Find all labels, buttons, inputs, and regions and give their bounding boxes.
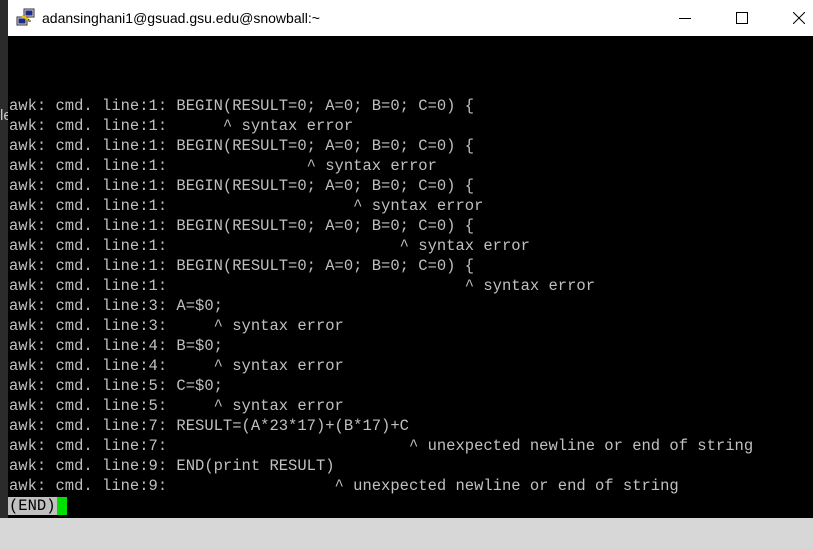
desktop-background (0, 518, 813, 549)
terminal-line: awk: cmd. line:1: BEGIN(RESULT=0; A=0; B… (9, 137, 475, 155)
maximize-icon (736, 12, 748, 24)
terminal-line: awk: cmd. line:1: BEGIN(RESULT=0; A=0; B… (9, 97, 475, 115)
terminal-output[interactable]: awk: cmd. line:1: BEGIN(RESULT=0; A=0; B… (8, 96, 813, 518)
background-window-text: le (0, 107, 8, 124)
putty-window: adansinghani1@gsuad.gsu.edu@snowball:~ a… (8, 0, 813, 518)
pager-status: (END) (8, 497, 57, 515)
terminal-line: awk: cmd. line:1: BEGIN(RESULT=0; A=0; B… (9, 257, 475, 275)
minimize-button[interactable] (662, 0, 708, 36)
pager-prompt-line: (END) (8, 496, 813, 516)
terminal-line: awk: cmd. line:4: B=$0; (9, 337, 223, 355)
terminal-line: awk: cmd. line:7: RESULT=(A*23*17)+(B*17… (9, 417, 409, 435)
terminal-line: awk: cmd. line:9: ^ unexpected newline o… (9, 477, 679, 495)
close-button[interactable] (776, 0, 813, 36)
terminal-line: awk: cmd. line:3: A=$0; (9, 297, 223, 315)
terminal-line: awk: cmd. line:1: ^ syntax error (9, 197, 484, 215)
terminal-line: awk: cmd. line:4: ^ syntax error (9, 357, 344, 375)
terminal-line: awk: cmd. line:1: ^ syntax error (9, 157, 437, 175)
terminal-line: awk: cmd. line:1: BEGIN(RESULT=0; A=0; B… (9, 177, 475, 195)
terminal-line: awk: cmd. line:1: BEGIN(RESULT=0; A=0; B… (9, 217, 475, 235)
terminal-line: awk: cmd. line:1: ^ syntax error (9, 237, 530, 255)
terminal-line: awk: cmd. line:5: C=$0; (9, 377, 223, 395)
close-icon (793, 12, 805, 24)
terminal-line: awk: cmd. line:7: ^ unexpected newline o… (9, 437, 754, 455)
terminal-line: awk: cmd. line:5: ^ syntax error (9, 397, 344, 415)
window-title: adansinghani1@gsuad.gsu.edu@snowball:~ (42, 10, 320, 26)
terminal-line: awk: cmd. line:3: ^ syntax error (9, 317, 344, 335)
text-cursor (56, 497, 67, 515)
maximize-button[interactable] (719, 0, 765, 36)
terminal-line: awk: cmd. line:9: END(print RESULT) (9, 457, 335, 475)
putty-icon[interactable] (16, 8, 36, 28)
terminal-line: awk: cmd. line:1: ^ syntax error (9, 117, 354, 135)
title-bar[interactable]: adansinghani1@gsuad.gsu.edu@snowball:~ (8, 0, 813, 36)
minimize-icon (679, 18, 691, 19)
terminal-line: awk: cmd. line:1: ^ syntax error (9, 277, 595, 295)
background-window-edge: le (0, 0, 8, 549)
